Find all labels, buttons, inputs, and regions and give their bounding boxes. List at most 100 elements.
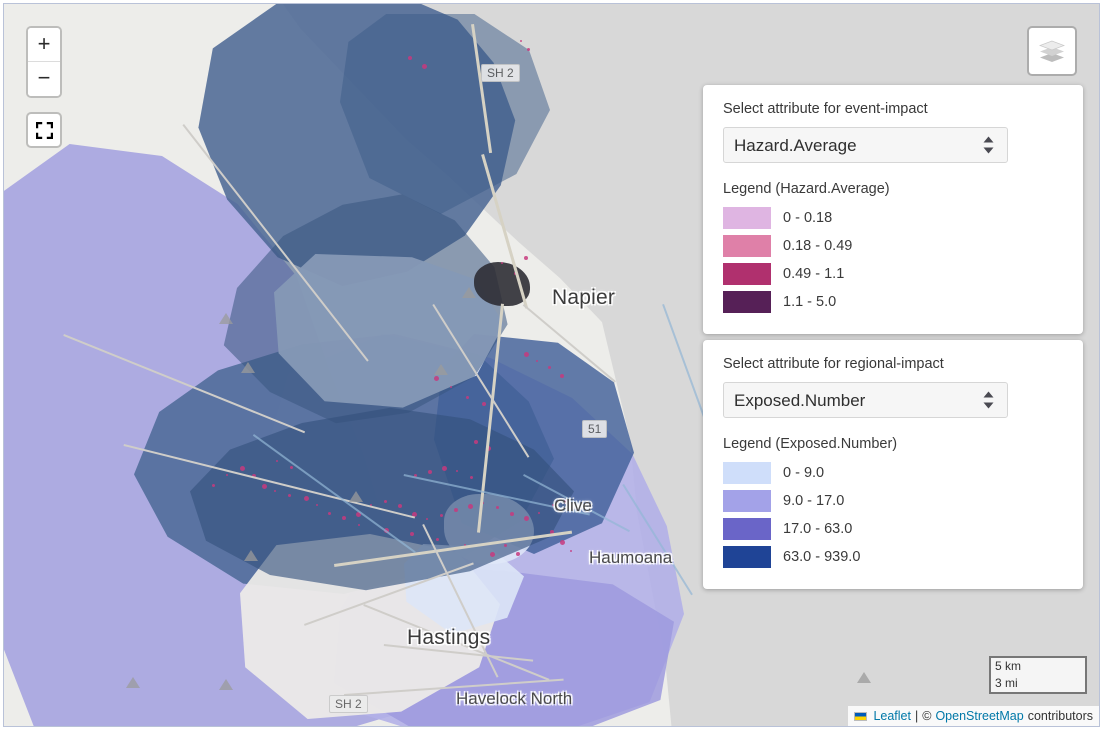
peak-marker-icon <box>241 362 255 373</box>
legend-color-swatch <box>723 546 771 568</box>
hazard-hotspot-point <box>398 504 402 508</box>
event-impact-select[interactable]: Hazard.Average <box>723 127 1008 163</box>
regional-impact-select[interactable]: Exposed.Number <box>723 382 1008 418</box>
hazard-hotspot-point <box>516 552 520 556</box>
legend-range-label: 1.1 - 5.0 <box>783 294 837 310</box>
hazard-hotspot-point <box>422 64 427 69</box>
event-impact-select-wrapper[interactable]: Hazard.Average <box>723 127 1008 163</box>
hazard-hotspot-point <box>262 484 267 489</box>
hazard-hotspot-point <box>450 386 452 388</box>
event-impact-panel: Select attribute for event-impact Hazard… <box>703 85 1083 334</box>
hazard-hotspot-point <box>240 466 245 471</box>
hazard-hotspot-point <box>520 40 522 42</box>
peak-marker-icon <box>462 287 476 298</box>
hazard-hotspot-point <box>470 476 473 479</box>
road-shield-label: 51 <box>582 420 608 438</box>
hazard-hotspot-point <box>482 402 486 406</box>
legend-range-label: 63.0 - 939.0 <box>783 549 861 565</box>
hazard-hotspot-point <box>468 504 473 509</box>
hazard-hotspot-point <box>466 396 469 399</box>
scale-metric: 5 km <box>989 656 1087 675</box>
event-impact-legend-title: Legend (Hazard.Average) <box>723 181 890 197</box>
hazard-hotspot-point <box>454 508 458 512</box>
hazard-hotspot-point <box>570 550 572 552</box>
peak-marker-icon <box>349 491 363 502</box>
hazard-hotspot-point <box>274 490 276 492</box>
hazard-hotspot-point <box>212 484 215 487</box>
attribution-control: Leaflet | © OpenStreetMap contributors <box>848 706 1099 726</box>
scale-control: 5 km 3 mi <box>989 656 1087 694</box>
hazard-hotspot-point <box>288 494 291 497</box>
legend-row: 9.0 - 17.0 <box>723 487 1063 515</box>
hazard-hotspot-point <box>426 518 428 520</box>
fullscreen-expand-icon <box>35 121 53 139</box>
layers-stack-icon <box>1039 40 1065 62</box>
hazard-hotspot-point <box>510 512 514 516</box>
zoom-out-button[interactable]: − <box>28 62 60 96</box>
peak-marker-icon <box>857 672 871 683</box>
zoom-in-button[interactable]: + <box>28 28 60 62</box>
legend-row: 1.1 - 5.0 <box>723 288 1063 316</box>
peak-marker-icon <box>244 550 258 561</box>
hazard-hotspot-point <box>548 366 551 369</box>
hazard-hotspot-point <box>456 470 458 472</box>
openstreetmap-link[interactable]: OpenStreetMap <box>935 708 1023 724</box>
legend-range-label: 0.49 - 1.1 <box>783 266 845 282</box>
legend-row: 0.49 - 1.1 <box>723 260 1063 288</box>
regional-impact-legend: 0 - 9.0 9.0 - 17.0 17.0 - 63.0 63.0 - 939.0 <box>723 459 1063 571</box>
legend-range-label: 9.0 - 17.0 <box>783 493 845 509</box>
hazard-hotspot-point <box>384 500 387 503</box>
road-shield-label: SH 2 <box>481 64 520 82</box>
legend-color-swatch <box>723 207 771 229</box>
hazard-hotspot-point <box>524 352 529 357</box>
hazard-hotspot-point <box>538 512 540 514</box>
legend-row: 0 - 9.0 <box>723 459 1063 487</box>
layers-control-button[interactable] <box>1027 26 1077 76</box>
hazard-hotspot-point <box>328 512 331 515</box>
hazard-hotspot-point <box>496 506 499 509</box>
ukraine-flag-icon <box>854 711 868 721</box>
hazard-hotspot-point <box>504 544 507 547</box>
hazard-hotspot-point <box>564 500 568 504</box>
attribution-separator: | <box>914 709 919 723</box>
map-application: Napier Hastings Clive Haumoana Havelock Nort… <box>0 0 1103 730</box>
legend-range-label: 0.18 - 0.49 <box>783 238 853 254</box>
peak-marker-icon <box>219 313 233 324</box>
hazard-hotspot-point <box>428 470 432 474</box>
hazard-hotspot-point <box>436 538 439 541</box>
hazard-hotspot-point <box>276 460 278 462</box>
regional-impact-select-wrapper[interactable]: Exposed.Number <box>723 382 1008 418</box>
legend-color-swatch <box>723 462 771 484</box>
contributors-text: contributors <box>1027 709 1093 723</box>
regional-impact-panel: Select attribute for regional-impact Exp… <box>703 340 1083 589</box>
hazard-hotspot-point <box>524 256 528 260</box>
hazard-hotspot-point <box>560 374 564 378</box>
legend-row: 0 - 0.18 <box>723 204 1063 232</box>
regional-impact-legend-title: Legend (Exposed.Number) <box>723 436 898 452</box>
scale-imperial: 3 mi <box>989 675 1087 694</box>
hazard-hotspot-point <box>442 466 447 471</box>
legend-color-swatch <box>723 235 771 257</box>
fullscreen-button[interactable] <box>26 112 62 148</box>
hazard-hotspot-point <box>434 376 439 381</box>
hazard-hotspot-point <box>304 496 309 501</box>
hazard-hotspot-point <box>560 540 565 545</box>
legend-range-label: 0 - 0.18 <box>783 210 833 226</box>
hazard-hotspot-point <box>440 514 443 517</box>
event-impact-select-label: Select attribute for event-impact <box>723 101 928 117</box>
legend-color-swatch <box>723 291 771 313</box>
leaflet-link[interactable]: Leaflet <box>873 708 911 724</box>
legend-range-label: 17.0 - 63.0 <box>783 521 853 537</box>
hazard-hotspot-point <box>524 516 529 521</box>
hazard-hotspot-point <box>290 466 293 469</box>
legend-row: 0.18 - 0.49 <box>723 232 1063 260</box>
event-impact-legend: 0 - 0.18 0.18 - 0.49 0.49 - 1.1 1.1 - 5.0 <box>723 204 1063 316</box>
road-shield-label: SH 2 <box>329 695 368 713</box>
legend-color-swatch <box>723 518 771 540</box>
legend-color-swatch <box>723 490 771 512</box>
hazard-hotspot-point <box>342 516 346 520</box>
hazard-hotspot-point <box>536 360 538 362</box>
hazard-hotspot-point <box>474 440 478 444</box>
zoom-control[interactable]: + − <box>26 26 62 98</box>
hazard-hotspot-point <box>501 262 503 264</box>
